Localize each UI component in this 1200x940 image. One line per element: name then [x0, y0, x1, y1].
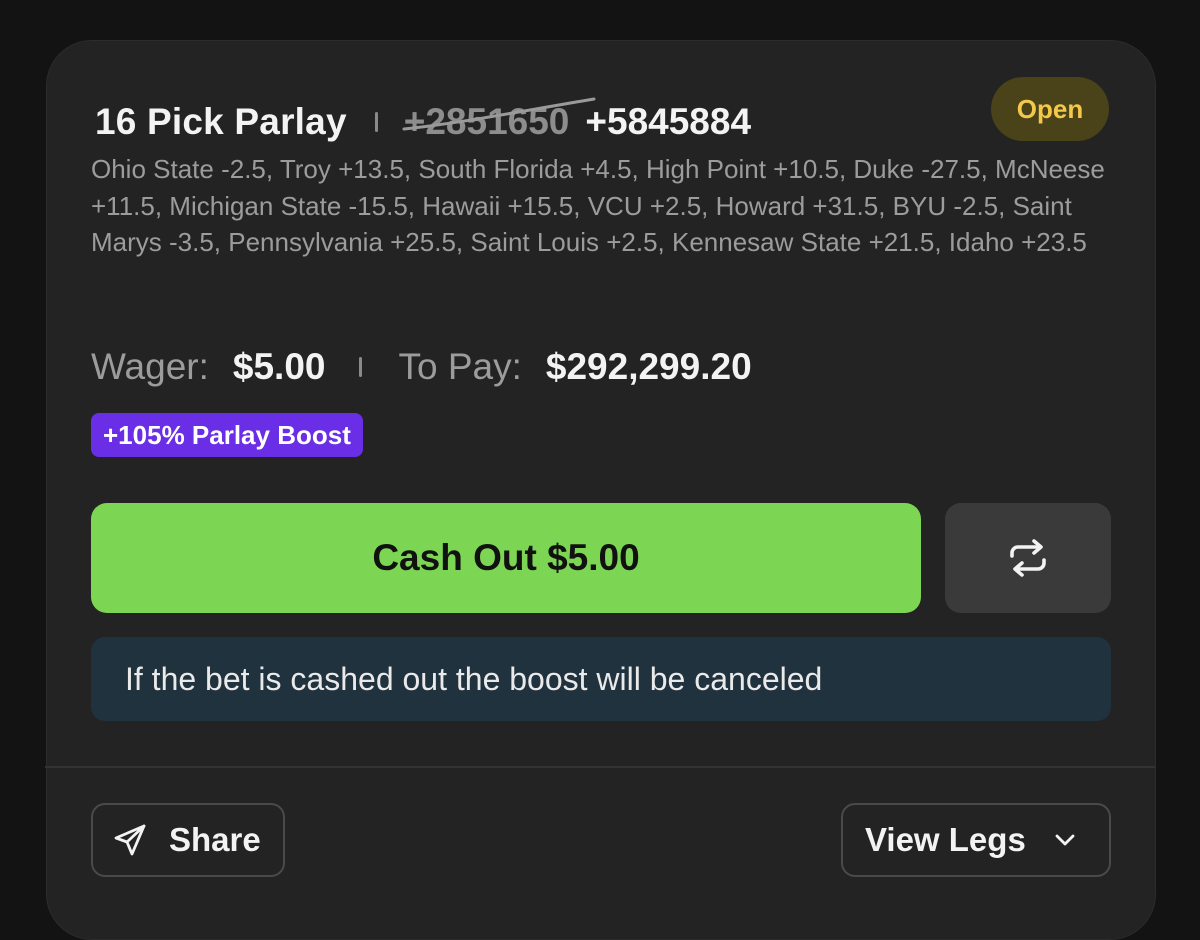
wager-label: Wager:	[91, 346, 209, 387]
wager-row: Wager: $5.00 To Pay: $292,299.20	[91, 341, 752, 393]
swap-button[interactable]	[945, 503, 1111, 613]
old-odds: +2851650	[402, 97, 596, 143]
to-pay-label: To Pay:	[398, 346, 522, 387]
legs-summary: Ohio State -2.5, Troy +13.5, South Flori…	[91, 154, 1105, 257]
divider-dot	[359, 357, 363, 377]
bet-title: 16 Pick Parlay	[95, 101, 347, 142]
bet-header: 16 Pick Parlay +2851650 +5845884	[95, 97, 751, 147]
bet-card: 16 Pick Parlay +2851650 +5845884 Open Oh…	[45, 40, 1156, 940]
share-button[interactable]: Share	[91, 803, 285, 877]
chevron-down-icon	[1054, 833, 1076, 847]
divider-dot	[374, 112, 378, 132]
share-label: Share	[169, 821, 261, 858]
swap-arrows-icon	[1010, 539, 1046, 577]
cashout-notice: If the bet is cashed out the boost will …	[91, 637, 1111, 721]
view-legs-label: View Legs	[865, 821, 1026, 858]
view-legs-button[interactable]: View Legs	[841, 803, 1111, 877]
wager-value: $5.00	[232, 346, 326, 387]
new-odds: +5845884	[585, 101, 752, 142]
parlay-boost-badge: +105% Parlay Boost	[91, 413, 363, 457]
footer-divider	[45, 766, 1155, 768]
status-badge: Open	[991, 77, 1109, 141]
send-icon	[113, 823, 147, 857]
old-odds-value: +2851650	[403, 101, 570, 142]
cash-out-button[interactable]: Cash Out $5.00	[91, 503, 921, 613]
to-pay-value: $292,299.20	[545, 346, 752, 387]
